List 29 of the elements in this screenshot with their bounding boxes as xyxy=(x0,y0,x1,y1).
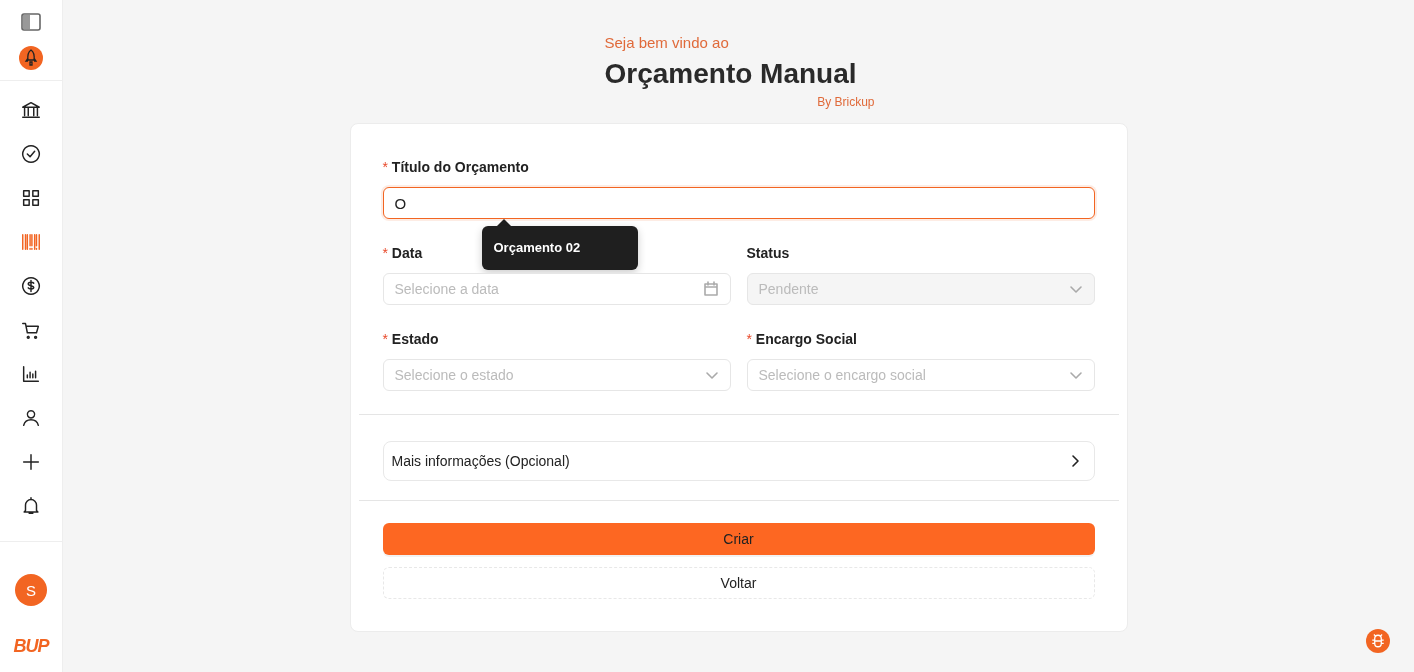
collapse-panel[interactable]: Mais informações (Opcional) xyxy=(382,441,1095,481)
rocket-logo-icon[interactable] xyxy=(19,46,43,70)
date-picker[interactable]: Selecione a data xyxy=(382,273,731,305)
field-label: * Estado xyxy=(382,330,439,349)
select-field[interactable]: Selecione o encargo social xyxy=(746,359,1095,391)
bug-report-button[interactable] xyxy=(1366,629,1390,653)
bank-icon[interactable] xyxy=(20,99,42,121)
bug-icon xyxy=(1369,632,1387,650)
user-avatar[interactable]: S xyxy=(15,574,47,606)
user-icon[interactable] xyxy=(20,407,42,429)
greeting-text: Seja bem vindo ao xyxy=(604,34,730,52)
text-input[interactable]: O xyxy=(382,187,1095,219)
bar-chart-icon[interactable] xyxy=(20,363,42,385)
grid-icon[interactable] xyxy=(20,187,42,209)
calendar-icon xyxy=(702,281,719,297)
field-label: Status xyxy=(746,244,790,263)
byline-text: By Brickup xyxy=(817,94,875,110)
sidebar-toggle-icon[interactable] xyxy=(21,13,41,31)
brand-logo: BUP xyxy=(13,636,49,656)
barcode-icon[interactable] xyxy=(20,231,42,253)
create-button[interactable]: Criar xyxy=(382,523,1095,555)
back-button[interactable]: Voltar xyxy=(382,567,1095,599)
field-label: * Título do Orçamento xyxy=(382,158,529,177)
select-field[interactable]: Selecione o estado xyxy=(382,359,731,391)
page-title: Orçamento Manual xyxy=(604,57,858,91)
field-label: * Encargo Social xyxy=(746,330,857,349)
tooltip: Orçamento 02 xyxy=(481,226,638,270)
plus-icon[interactable] xyxy=(20,451,42,473)
field-label: * Data xyxy=(382,244,423,263)
